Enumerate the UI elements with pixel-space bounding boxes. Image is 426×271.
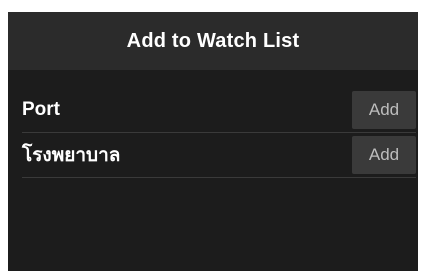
list-item: โรงพยาบาล Add (22, 133, 416, 178)
watch-list-dialog: Add to Watch List Port Add โรงพยาบาล Add (8, 12, 418, 271)
add-button[interactable]: Add (352, 91, 416, 129)
list-item: Port Add (22, 88, 416, 133)
watch-list-options: Port Add โรงพยาบาล Add (8, 70, 418, 178)
dialog-header: Add to Watch List (8, 12, 418, 70)
dialog-title: Add to Watch List (126, 29, 300, 52)
item-label: โรงพยาบาล (22, 145, 121, 166)
item-label: Port (22, 99, 60, 120)
add-button[interactable]: Add (352, 136, 416, 174)
